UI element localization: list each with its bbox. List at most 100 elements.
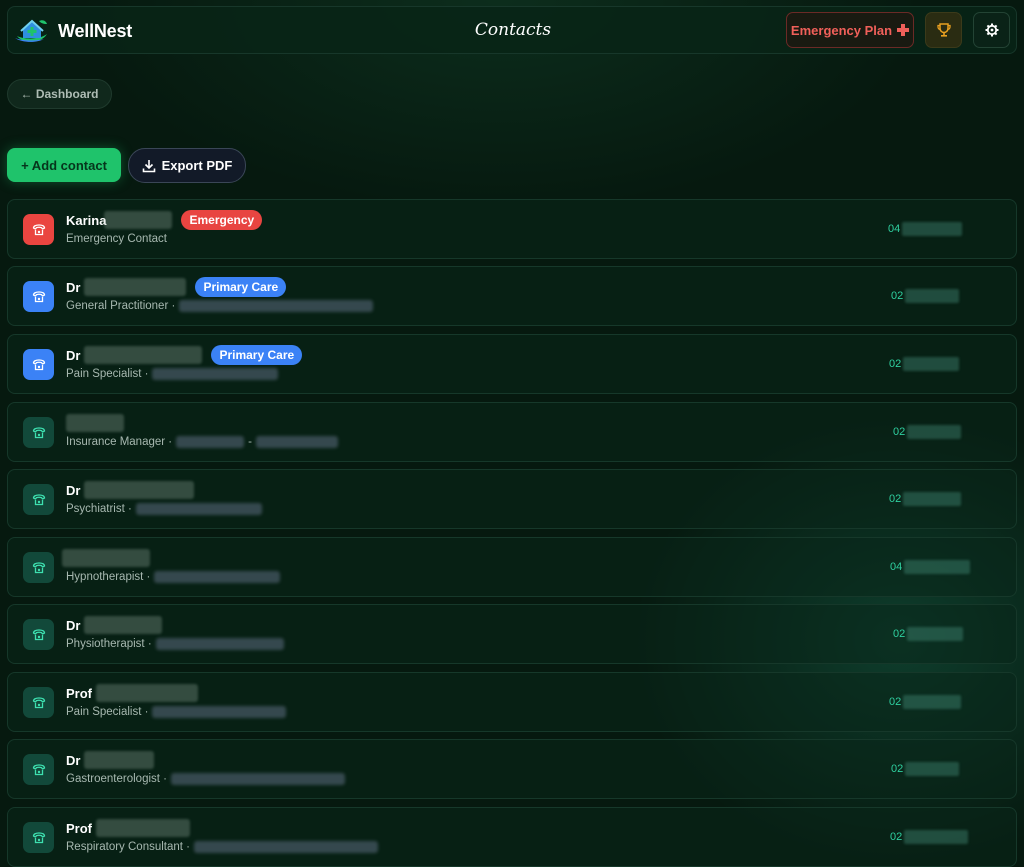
contact-role: Psychiatrist · [66, 503, 132, 515]
contact-name-prefix: Karina [66, 212, 107, 228]
contact-name-line [62, 548, 150, 568]
redacted-phone [905, 762, 960, 776]
contact-role: Gastroenterologist · [66, 773, 167, 785]
phone-icon [32, 628, 45, 640]
redacted-phone [905, 289, 960, 303]
export-pdf-button[interactable]: Export PDF [128, 148, 246, 183]
export-pdf-label: Export PDF [161, 158, 233, 173]
phone-prefix: 04 [890, 561, 903, 573]
contact-subtitle: Respiratory Consultant · [66, 839, 378, 855]
redacted-name [84, 751, 155, 769]
redacted-phone [904, 830, 969, 844]
contact-avatar [23, 754, 54, 785]
trophy-icon [936, 23, 951, 37]
phone-icon [32, 763, 45, 775]
phone-icon [32, 561, 45, 573]
achievements-button[interactable] [925, 12, 962, 48]
phone-prefix: 02 [891, 290, 904, 302]
phone-icon [32, 223, 45, 235]
contact-role: Pain Specialist · [66, 706, 149, 718]
contact-row[interactable]: Dr Gastroenterologist · 02 [7, 739, 1017, 799]
contact-avatar [23, 619, 54, 650]
contact-avatar [23, 417, 54, 448]
contact-name-line: Dr [66, 750, 155, 770]
contact-phone[interactable]: 02 [890, 830, 969, 844]
phone-prefix: 02 [889, 696, 902, 708]
phone-prefix: 02 [890, 831, 903, 843]
redacted-name [96, 684, 198, 702]
contact-row[interactable]: Dr Psychiatrist · 02 [7, 469, 1017, 529]
phone-icon [32, 358, 45, 370]
contact-role: Respiratory Consultant · [66, 841, 190, 853]
phone-prefix: 02 [889, 358, 902, 370]
back-to-dashboard-button[interactable]: ← Dashboard [7, 79, 112, 109]
contact-row[interactable]: Insurance Manager · - 02 [7, 402, 1017, 462]
contact-phone[interactable]: 02 [889, 357, 960, 371]
contact-name-prefix: Dr [66, 279, 81, 295]
contact-subtitle: Emergency Contact [66, 231, 167, 247]
contact-row[interactable]: Dr Primary Care General Practitioner · 02 [7, 266, 1017, 326]
contact-name-line: Dr [66, 480, 195, 500]
back-label: ← Dashboard [20, 87, 99, 101]
emergency-plan-button[interactable]: Emergency Plan [786, 12, 914, 48]
redacted-name [96, 819, 190, 837]
contact-phone[interactable]: 02 [893, 425, 962, 439]
add-contact-button[interactable]: + Add contact [7, 148, 121, 182]
redacted-name [62, 549, 150, 567]
contact-phone[interactable]: 02 [889, 492, 962, 506]
contact-avatar [23, 281, 54, 312]
contact-row[interactable]: Karina Emergency Emergency Contact 04 [7, 199, 1017, 259]
contact-row[interactable]: Dr Primary Care Pain Specialist · 02 [7, 334, 1017, 394]
redacted-detail [135, 503, 262, 515]
app-header: WellNest Contacts Emergency Plan [7, 6, 1017, 54]
redacted-phone [907, 627, 964, 641]
contact-row[interactable]: Dr Physiotherapist · 02 [7, 604, 1017, 664]
contact-subtitle: Physiotherapist · [66, 636, 284, 652]
phone-icon [32, 290, 45, 302]
phone-prefix: 02 [889, 493, 902, 505]
contact-phone[interactable]: 02 [889, 695, 962, 709]
redacted-phone [903, 357, 960, 371]
redacted-detail [176, 436, 245, 448]
wellnest-logo-icon[interactable] [13, 17, 51, 45]
phone-prefix: 02 [893, 628, 906, 640]
contact-phone[interactable]: 04 [888, 222, 963, 236]
contact-row[interactable]: Prof Pain Specialist · 02 [7, 672, 1017, 732]
redacted-detail [152, 368, 279, 380]
plus-icon [897, 24, 910, 36]
contact-role: Pain Specialist · [66, 368, 149, 380]
emergency-plan-label: Emergency Plan [790, 22, 893, 38]
contact-name-line: Prof [66, 683, 198, 703]
contact-category-badge: Emergency [181, 210, 263, 230]
contact-name-prefix: Prof [66, 685, 92, 701]
contact-phone[interactable]: 04 [890, 560, 971, 574]
phone-icon [32, 426, 45, 438]
redacted-phone [902, 222, 963, 236]
contact-subtitle: Gastroenterologist · [66, 771, 345, 787]
contact-row[interactable]: Prof Respiratory Consultant · 02 [7, 807, 1017, 867]
contact-phone[interactable]: 02 [893, 627, 964, 641]
contact-avatar [23, 822, 54, 853]
contact-name-line: Karina Emergency [66, 210, 263, 230]
contact-role: Insurance Manager · [66, 436, 173, 448]
redacted-detail [194, 841, 378, 853]
redacted-detail [154, 571, 281, 583]
phone-prefix: 04 [888, 223, 901, 235]
contact-subtitle: Hypnotherapist · [66, 569, 281, 585]
contact-avatar [23, 214, 54, 245]
add-contact-label: + Add contact [21, 157, 107, 173]
contact-name-prefix: Dr [66, 347, 81, 363]
contact-phone[interactable]: 02 [891, 762, 960, 776]
contact-avatar [23, 349, 54, 380]
contact-phone[interactable]: 02 [891, 289, 960, 303]
redacted-name [84, 616, 163, 634]
redacted-phone [904, 560, 971, 574]
brand-name: WellNest [58, 21, 133, 41]
contact-row[interactable]: Hypnotherapist · 04 [7, 537, 1017, 597]
contact-name-line: Prof [66, 818, 190, 838]
contact-name-prefix: Dr [66, 752, 81, 768]
contact-role: General Practitioner · [66, 300, 176, 312]
contact-name-line [66, 413, 124, 433]
settings-button[interactable] [973, 12, 1010, 48]
redacted-name [104, 211, 173, 229]
